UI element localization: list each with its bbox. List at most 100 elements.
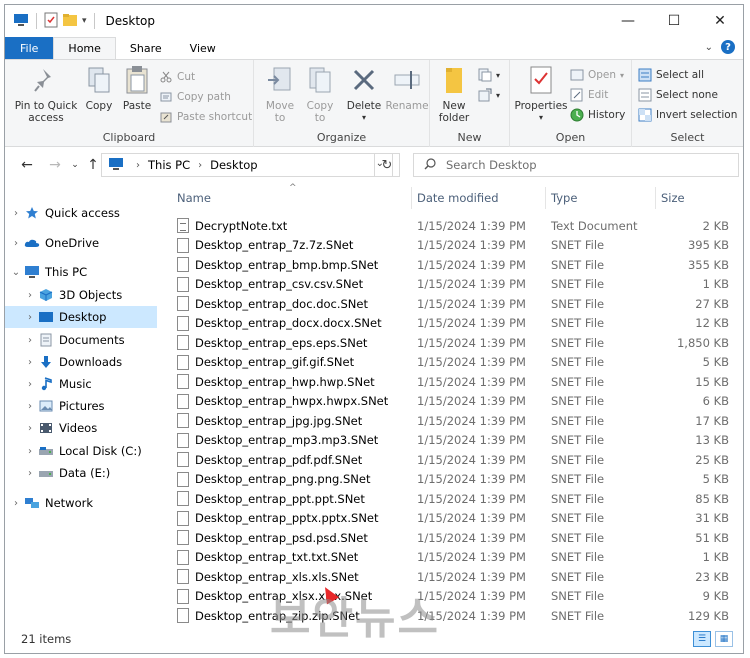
file-icon (177, 315, 189, 331)
tab-file[interactable]: File (5, 37, 54, 59)
table-row[interactable]: Desktop_entrap_xls.xls.SNet 1/15/2024 1:3… (165, 567, 743, 587)
details-view-button[interactable]: ☰ (693, 631, 711, 647)
nav-item-3d-objects[interactable]: › 3D Objects (5, 284, 157, 306)
move-to-button[interactable]: Move to (260, 64, 300, 124)
organize-group: Move to Copy to Delete ▾ Rename Organize (254, 60, 430, 147)
column-header-name[interactable]: Name (177, 183, 211, 213)
close-button[interactable]: ✕ (697, 5, 743, 37)
open-button[interactable]: Open ▾ (570, 66, 624, 84)
table-row[interactable]: Desktop_entrap_jpg.jpg.SNet 1/15/2024 1:3… (165, 411, 743, 431)
tab-home[interactable]: Home (53, 37, 116, 59)
table-row[interactable]: Desktop_entrap_txt.txt.SNet 1/15/2024 1:3… (165, 548, 743, 568)
copy-to-icon (304, 64, 336, 96)
table-row[interactable]: Desktop_entrap_zip.zip.SNet 1/15/2024 1:3… (165, 606, 743, 626)
new-folder-icon[interactable] (62, 13, 78, 30)
nav-item-quick-access[interactable]: › Quick access (5, 202, 157, 224)
table-row[interactable]: Desktop_entrap_doc.doc.SNet 1/15/2024 1:3… (165, 294, 743, 314)
history-button[interactable]: History (570, 106, 625, 124)
file-name: Desktop_entrap_csv.csv.SNet (195, 277, 364, 292)
chevron-right-icon: › (28, 311, 32, 323)
breadcrumb-this-pc[interactable]: This PC (148, 158, 190, 172)
table-row[interactable]: Desktop_entrap_docx.docx.SNet 1/15/2024 1… (165, 314, 743, 334)
file-icon (177, 257, 189, 273)
history-icon (570, 108, 584, 122)
search-input[interactable]: Search Desktop (413, 153, 739, 177)
select-all-button[interactable]: Select all (638, 66, 704, 84)
file-type: SNET File (551, 433, 605, 448)
file-size: 27 KB (695, 296, 729, 311)
table-row[interactable]: Desktop_entrap_png.png.SNet 1/15/2024 1:3… (165, 470, 743, 490)
file-name: Desktop_entrap_pdf.pdf.SNet (195, 452, 363, 467)
nav-item-videos[interactable]: › Videos (5, 417, 157, 439)
table-row[interactable]: Desktop_entrap_hwpx.hwpx.SNet 1/15/2024 1… (165, 392, 743, 412)
tab-share[interactable]: Share (116, 37, 176, 59)
file-icon (177, 530, 189, 546)
table-row[interactable]: Desktop_entrap_7z.7z.SNet 1/15/2024 1:39 … (165, 236, 743, 256)
rename-button[interactable]: Rename (385, 64, 429, 112)
table-row[interactable]: Desktop_entrap_pdf.pdf.SNet 1/15/2024 1:3… (165, 450, 743, 470)
table-row[interactable]: Desktop_entrap_psd.psd.SNet 1/15/2024 1:3… (165, 528, 743, 548)
nav-item-local-disk-c[interactable]: › Local Disk (C:) (5, 440, 157, 462)
file-icon (177, 608, 189, 624)
table-row[interactable]: Desktop_entrap_hwp.hwp.SNet 1/15/2024 1:3… (165, 372, 743, 392)
minimize-button[interactable]: — (605, 5, 651, 37)
file-size: 9 KB (702, 589, 729, 604)
nav-item-this-pc[interactable]: ⌄ This PC (5, 261, 157, 283)
table-row[interactable]: Desktop_entrap_eps.eps.SNet 1/15/2024 1:3… (165, 333, 743, 353)
column-header-size[interactable]: Size (661, 183, 685, 213)
edit-button[interactable]: Edit (570, 86, 608, 104)
back-button[interactable]: ← (15, 153, 39, 177)
nav-item-downloads[interactable]: › Downloads (5, 351, 157, 373)
copy-path-button[interactable]: Copy path (159, 88, 231, 106)
qat-dropdown-icon[interactable]: ▾ (82, 16, 87, 26)
properties-icon[interactable] (44, 12, 58, 31)
address-bar[interactable]: › This PC › Desktop ⌄ (101, 153, 393, 177)
paste-shortcut-button[interactable]: Paste shortcut (159, 108, 252, 126)
table-row[interactable]: Desktop_entrap_mp3.mp3.SNet 1/15/2024 1:3… (165, 431, 743, 451)
cut-button[interactable]: Cut (159, 68, 195, 86)
new-folder-button[interactable]: New folder (434, 64, 474, 124)
nav-item-onedrive[interactable]: › OneDrive (5, 232, 157, 254)
file-date: 1/15/2024 1:39 PM (417, 511, 526, 526)
nav-item-desktop[interactable]: › Desktop (5, 306, 157, 328)
table-row[interactable]: Desktop_entrap_bmp.bmp.SNet 1/15/2024 1:3… (165, 255, 743, 275)
table-row[interactable]: Desktop_entrap_xlsx.xlsx.SNet 1/15/2024 1… (165, 587, 743, 607)
table-row[interactable]: Desktop_entrap_ppt.ppt.SNet 1/15/2024 1:3… (165, 489, 743, 509)
paste-shortcut-icon (159, 110, 173, 124)
maximize-button[interactable]: ☐ (651, 5, 697, 37)
table-row[interactable]: Desktop_entrap_pptx.pptx.SNet 1/15/2024 1… (165, 509, 743, 529)
refresh-button[interactable]: ↻ (374, 153, 400, 177)
help-icon[interactable]: ? (721, 40, 735, 54)
pictures-icon (37, 398, 55, 414)
paste-button[interactable]: Paste (119, 64, 155, 112)
ribbon-expand-icon[interactable]: ⌄ (705, 42, 713, 53)
easy-access-button[interactable]: ▾ (478, 86, 500, 104)
nav-item-documents[interactable]: › Documents (5, 329, 157, 351)
delete-button[interactable]: Delete ▾ (344, 64, 384, 124)
folder-icon (438, 64, 470, 96)
breadcrumb-desktop[interactable]: Desktop (210, 158, 257, 172)
pin-to-quick-access-button[interactable]: Pin to Quick access (13, 64, 79, 124)
file-icon (177, 432, 189, 448)
copy-button[interactable]: Copy (81, 64, 117, 112)
table-row[interactable]: Desktop_entrap_csv.csv.SNet 1/15/2024 1:3… (165, 275, 743, 295)
nav-item-music[interactable]: › Music (5, 373, 157, 395)
file-type: SNET File (551, 472, 605, 487)
column-header-date[interactable]: Date modified (417, 183, 499, 213)
select-none-button[interactable]: Select none (638, 86, 718, 104)
table-row[interactable]: Desktop_entrap_gif.gif.SNet 1/15/2024 1:3… (165, 353, 743, 373)
tab-view[interactable]: View (176, 37, 230, 59)
table-row[interactable]: DecryptNote.txt 1/15/2024 1:39 PM Text Doc… (165, 216, 743, 236)
file-type: SNET File (551, 511, 605, 526)
nav-item-network[interactable]: › Network (5, 492, 157, 514)
properties-button[interactable]: Properties ▾ (514, 64, 568, 124)
column-header-type[interactable]: Type (551, 183, 577, 213)
new-item-button[interactable]: ▾ (478, 66, 500, 84)
file-name: Desktop_entrap_hwp.hwp.SNet (195, 374, 375, 389)
nav-item-pictures[interactable]: › Pictures (5, 395, 157, 417)
nav-item-data-e[interactable]: › Data (E:) (5, 462, 157, 484)
copy-to-button[interactable]: Copy to (300, 64, 340, 124)
large-icons-view-button[interactable]: ▦ (715, 631, 733, 647)
invert-selection-button[interactable]: Invert selection (638, 106, 737, 124)
large-icons-view-icon: ▦ (719, 634, 729, 644)
